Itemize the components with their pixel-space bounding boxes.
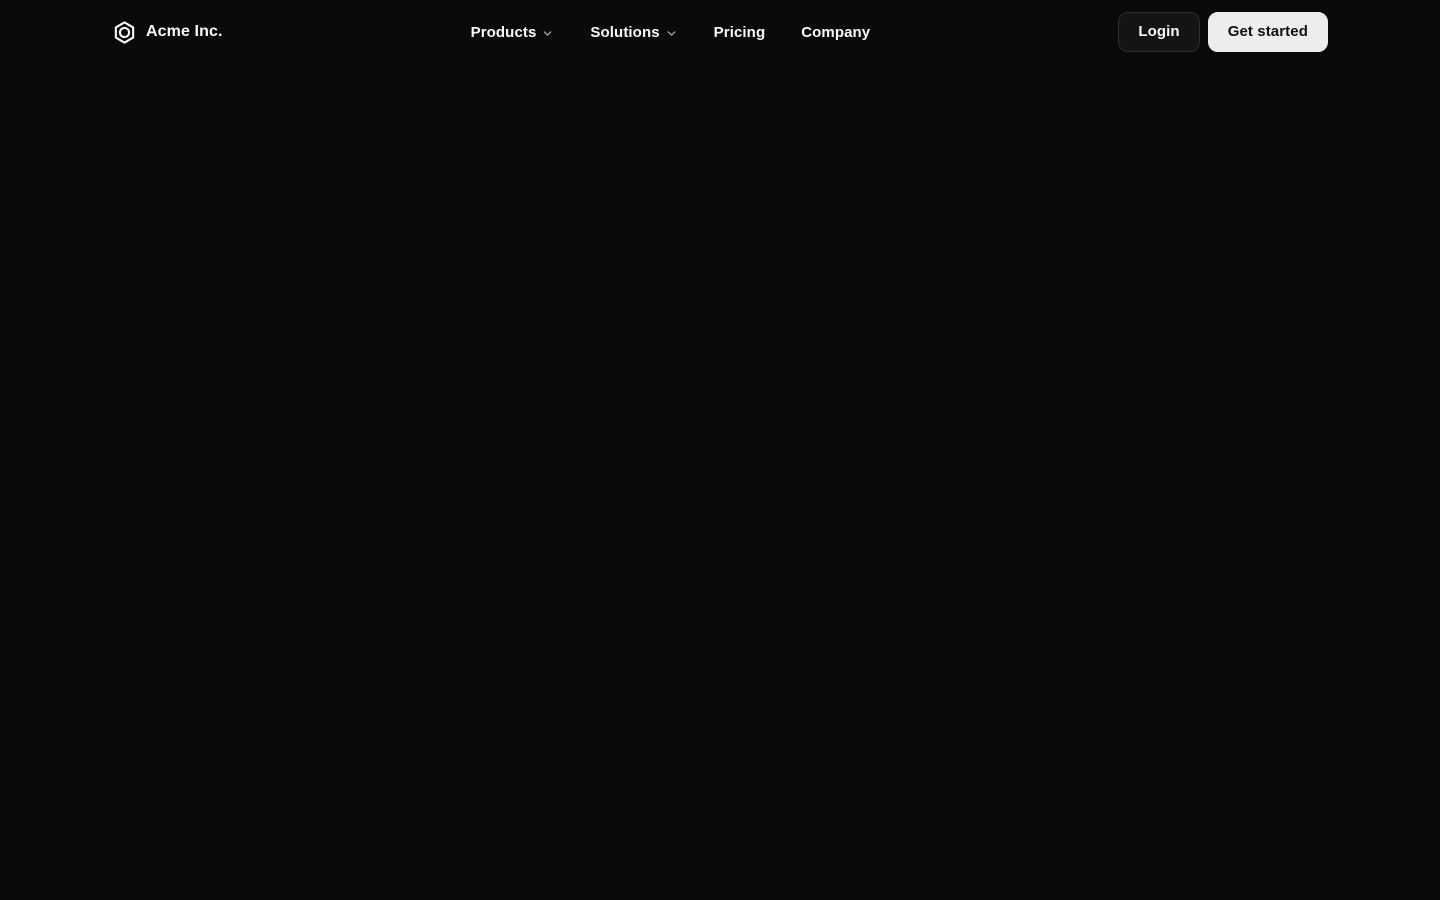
nav-item-label: Solutions bbox=[590, 23, 660, 41]
chevron-down-icon bbox=[665, 27, 678, 40]
main-nav: Products Solutions Pricing Company bbox=[471, 24, 871, 41]
chevron-down-icon bbox=[541, 27, 554, 40]
hexagon-ring-icon bbox=[112, 20, 137, 45]
header-actions: Login Get started bbox=[1118, 12, 1328, 52]
empty-page-body bbox=[0, 64, 1440, 900]
nav-item-label: Products bbox=[470, 23, 537, 41]
brand-logo[interactable]: Acme Inc. bbox=[112, 20, 223, 45]
nav-item-label: Pricing bbox=[713, 23, 766, 41]
top-navigation-bar: Acme Inc. Products Solutions Pricing Com… bbox=[0, 0, 1440, 64]
get-started-button[interactable]: Get started bbox=[1207, 12, 1328, 52]
login-button[interactable]: Login bbox=[1118, 12, 1200, 52]
nav-item-solutions[interactable]: Solutions bbox=[590, 24, 677, 41]
nav-item-company[interactable]: Company bbox=[801, 24, 870, 41]
nav-item-pricing[interactable]: Pricing bbox=[714, 24, 766, 41]
brand-name: Acme Inc. bbox=[146, 23, 223, 40]
nav-item-label: Company bbox=[801, 23, 871, 41]
nav-item-products[interactable]: Products bbox=[471, 24, 555, 41]
